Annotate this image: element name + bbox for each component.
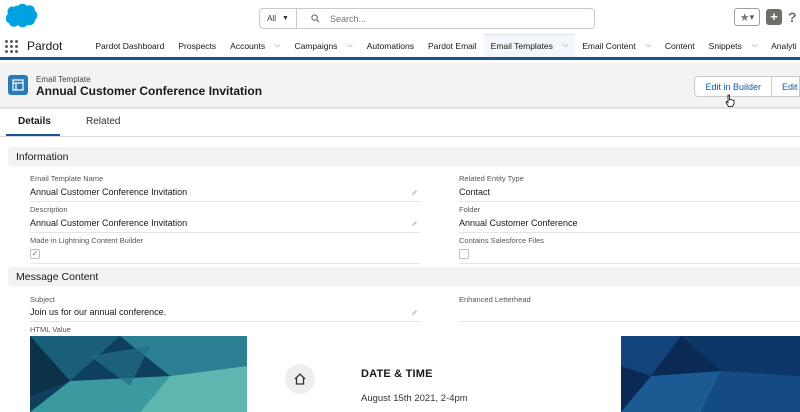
chevron-down-icon[interactable]: ⌵ <box>646 42 651 50</box>
search-box[interactable] <box>297 8 595 29</box>
nav-item-label: Email Content <box>582 40 636 51</box>
favorites-button[interactable]: ★ ▾ <box>734 8 760 26</box>
nav-item-content[interactable]: Content <box>658 34 702 57</box>
record-actions: Edit in Builder Edit <box>694 76 800 97</box>
nav-item-label: Analyti <box>771 40 797 51</box>
app-launcher-icon[interactable] <box>5 39 18 53</box>
chevron-down-icon[interactable]: ⌵ <box>347 42 352 50</box>
record-tabs: Details Related <box>0 109 800 137</box>
folder-label: Folder <box>459 205 481 214</box>
chevron-down-icon[interactable]: ⌵ <box>275 42 280 50</box>
nav-item-accounts[interactable]: Accounts ⌵ <box>223 34 287 57</box>
hero-image-left <box>30 336 247 412</box>
chevron-down-icon: ▾ <box>749 11 755 22</box>
nav-item-label: Pardot Email <box>428 40 477 51</box>
nav-item-email-templates[interactable]: Email Templates ⌵ <box>483 34 576 60</box>
pencil-icon[interactable] <box>411 220 418 227</box>
email-template-icon <box>8 75 28 95</box>
field-divider <box>30 263 420 264</box>
nav-item-label: Campaigns <box>294 40 338 51</box>
email-template-name-value: Annual Customer Conference Invitation <box>30 187 188 197</box>
nav-item-label: Automations <box>366 40 414 51</box>
nav-item-label: Content <box>664 40 695 51</box>
page-title: Annual Customer Conference Invitation <box>36 84 263 98</box>
search-icon <box>311 14 320 23</box>
help-icon[interactable]: ? <box>788 9 800 25</box>
nav-item-pardot-email[interactable]: Pardot Email <box>421 34 484 57</box>
active-tab-indicator <box>6 134 60 136</box>
global-actions-plus-icon[interactable]: + <box>766 9 782 25</box>
salesforce-files-checkbox <box>459 249 469 259</box>
information-section-header[interactable]: Information <box>8 147 800 166</box>
home-icon <box>294 373 306 385</box>
lightning-builder-label: Made in Lightning Content Builder <box>30 236 143 245</box>
html-value-label: HTML Value <box>30 325 71 334</box>
app-nav-bar: Pardot Pardot Dashboard Prospects Accoun… <box>0 34 800 60</box>
nav-item-email-content[interactable]: Email Content ⌵ <box>575 34 658 57</box>
chevron-down-icon[interactable]: ⌵ <box>752 42 757 50</box>
global-search: All ▼ <box>259 8 595 29</box>
hero-image-right <box>621 336 800 412</box>
nav-item-label: Prospects <box>178 40 217 51</box>
pencil-icon[interactable] <box>411 309 418 316</box>
message-content-section-header[interactable]: Message Content <box>8 267 800 286</box>
email-template-name-label: Email Template Name <box>30 174 104 183</box>
subject-value: Join us for our annual conference. <box>30 307 167 317</box>
nav-item-snippets[interactable]: Snippets ⌵ <box>702 34 764 57</box>
field-divider <box>30 321 420 322</box>
nav-item-label: Email Templates <box>490 41 553 51</box>
html-value-preview: DATE & TIME August 15th 2021, 2-4pm <box>30 336 800 412</box>
nav-item-pardot-dashboard[interactable]: Pardot Dashboard <box>88 34 171 57</box>
home-icon-circle <box>285 364 315 394</box>
subject-label: Subject <box>30 295 56 304</box>
description-label: Description <box>30 205 68 214</box>
date-value: August 15th 2021, 2-4pm <box>361 393 468 404</box>
search-input[interactable] <box>330 13 550 24</box>
caret-down-icon: ▼ <box>281 15 289 22</box>
header-utility-icons: ★ ▾ + ? <box>734 8 800 26</box>
search-scope-dropdown[interactable]: All ▼ <box>259 8 297 29</box>
field-divider <box>459 321 800 322</box>
edit-button[interactable]: Edit <box>772 76 800 97</box>
field-divider <box>459 263 800 264</box>
description-value: Annual Customer Conference Invitation <box>30 218 188 228</box>
field-divider <box>30 201 420 202</box>
tab-related[interactable]: Related <box>86 116 120 127</box>
tab-details[interactable]: Details <box>18 116 51 127</box>
record-type-label: Email Template <box>36 75 91 84</box>
field-divider <box>30 232 420 233</box>
star-icon: ★ <box>739 11 750 24</box>
nav-item-label: Snippets <box>708 40 742 51</box>
related-entity-type-value: Contact <box>459 187 491 197</box>
chevron-down-icon[interactable]: ⌵ <box>563 42 568 50</box>
folder-value: Annual Customer Conference <box>459 218 578 228</box>
salesforce-files-label: Contains Salesforce Files <box>459 236 545 245</box>
nav-item-analytics[interactable]: Analyti <box>764 34 800 57</box>
nav-item-label: Pardot Dashboard <box>95 40 165 51</box>
salesforce-logo[interactable] <box>4 2 38 30</box>
search-scope-label: All <box>267 14 276 23</box>
nav-item-campaigns[interactable]: Campaigns ⌵ <box>287 34 359 57</box>
record-header: Email Template Annual Customer Conferenc… <box>0 63 800 108</box>
pencil-icon[interactable] <box>411 189 418 196</box>
related-entity-type-label: Related Entity Type <box>459 174 524 183</box>
nav-item-label: Accounts <box>230 40 266 51</box>
field-divider <box>459 201 800 202</box>
enhanced-letterhead-label: Enhanced Letterhead <box>459 295 531 304</box>
date-heading: DATE & TIME <box>361 368 433 380</box>
global-header: All ▼ ★ ▾ + ? <box>0 0 800 34</box>
field-divider <box>459 232 800 233</box>
nav-item-automations[interactable]: Automations <box>360 34 421 57</box>
app-name: Pardot <box>27 38 63 53</box>
lightning-builder-checkbox: ✓ <box>30 249 40 259</box>
nav-item-prospects[interactable]: Prospects <box>171 34 223 57</box>
hand-cursor-icon <box>725 94 735 107</box>
